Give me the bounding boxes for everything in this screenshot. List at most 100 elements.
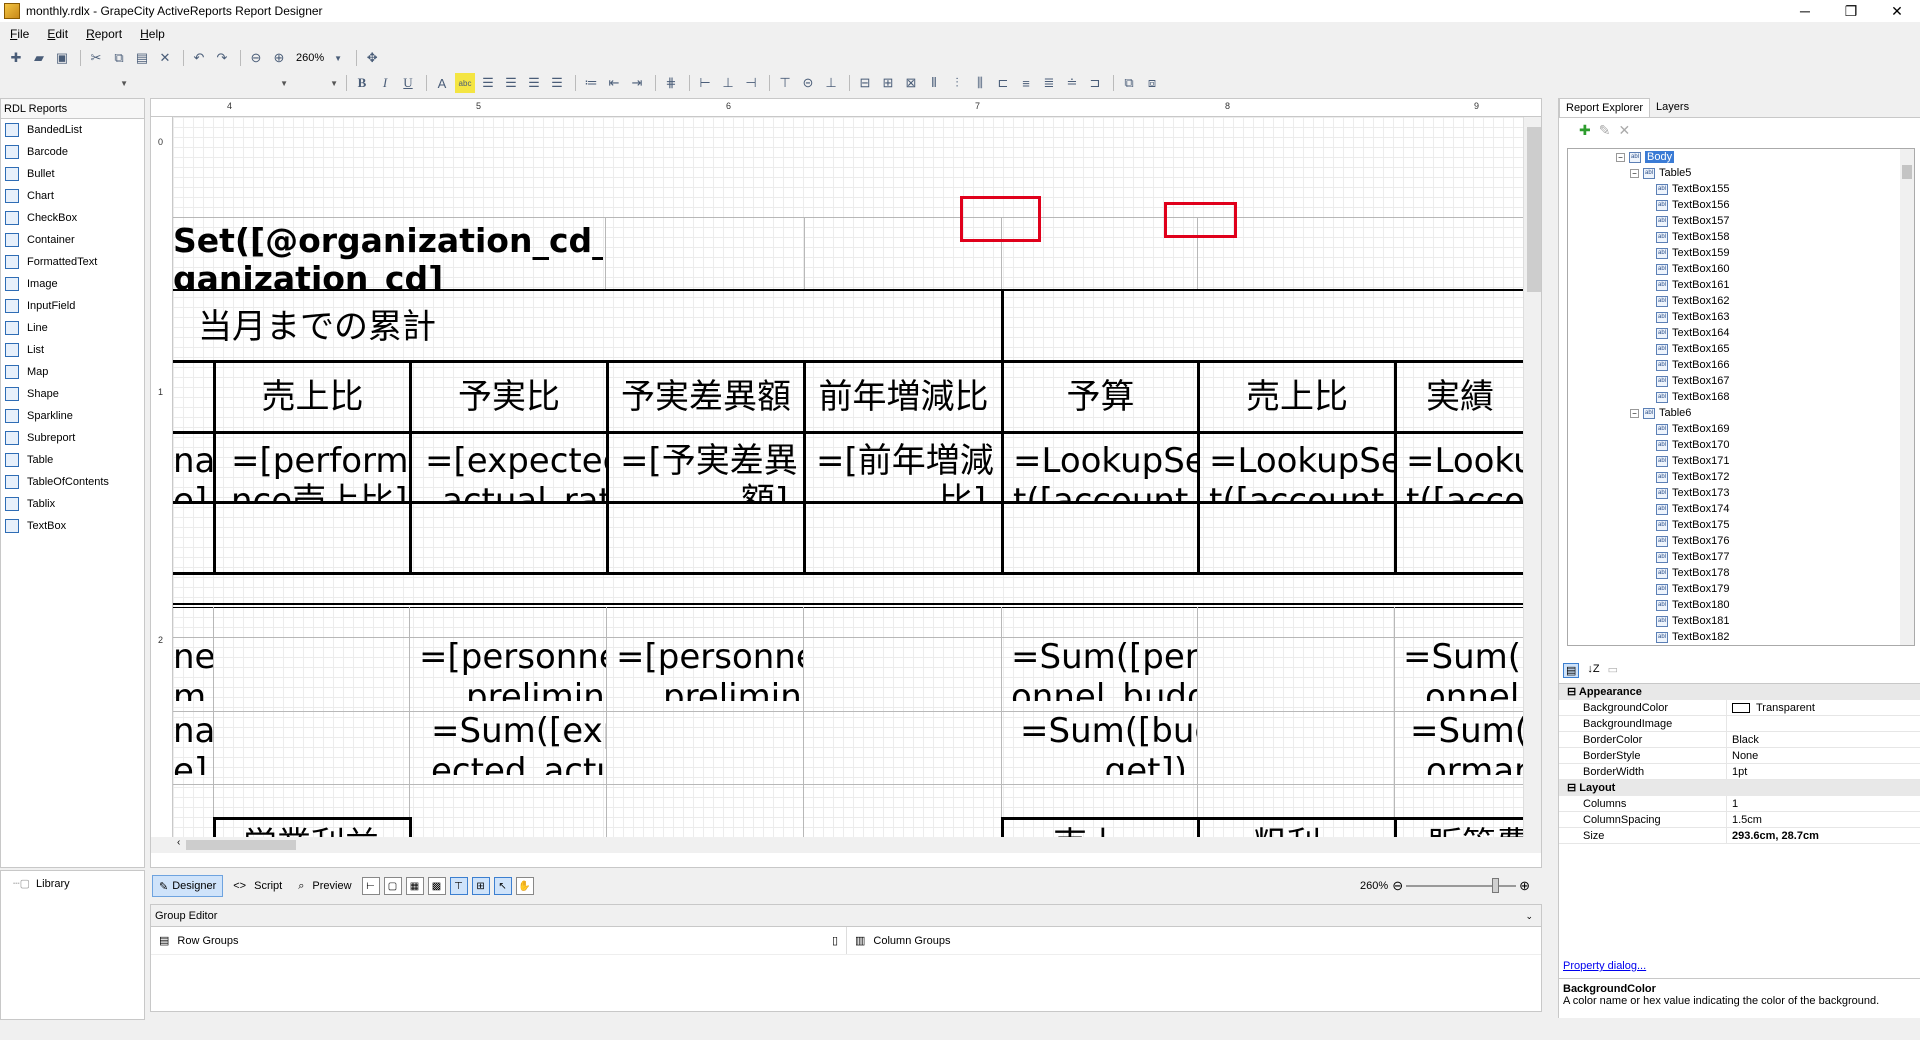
collapse-icon[interactable]: − xyxy=(1630,168,1639,178)
minimize-button[interactable]: ─ xyxy=(1782,0,1828,22)
bullets-icon[interactable]: ≔ xyxy=(581,73,601,93)
tree-item-textbox[interactable]: abl TextBox158 xyxy=(1568,229,1914,245)
zoom-in-icon[interactable]: ⊕ xyxy=(269,48,289,68)
align-right-icon[interactable]: ☰ xyxy=(524,73,544,93)
tree-item-textbox[interactable]: abl TextBox169 xyxy=(1568,421,1914,437)
indent-icon[interactable]: ⇥ xyxy=(627,73,647,93)
v-spacing-dec-icon[interactable]: ≐ xyxy=(1062,73,1082,93)
library-item[interactable]: ┄▢ Library xyxy=(1,871,144,891)
zoom-out-icon[interactable]: ⊖ xyxy=(246,48,266,68)
data-cell[interactable]: nelm xyxy=(173,637,213,701)
close-button[interactable]: ✕ xyxy=(1874,0,1920,22)
toolbox-item-image[interactable]: Image xyxy=(1,273,144,295)
toolbox-item-map[interactable]: Map xyxy=(1,361,144,383)
chevron-down-icon[interactable]: ⌄ xyxy=(1525,905,1533,927)
same-width-icon[interactable]: ⊟ xyxy=(855,73,875,93)
h-spacing-inc-icon[interactable]: ⫶ xyxy=(947,73,967,93)
italic-icon[interactable]: I xyxy=(375,73,395,93)
bold-icon[interactable]: B xyxy=(352,73,372,93)
menu-file[interactable]: File xyxy=(10,27,29,41)
toolbox-item-line[interactable]: Line xyxy=(1,317,144,339)
category-appearance[interactable]: ⊟ Appearance xyxy=(1559,684,1920,700)
toolbox-item-sparkline[interactable]: Sparkline xyxy=(1,405,144,427)
data-cell[interactable]: na e] xyxy=(173,711,213,775)
property-value[interactable]: Black xyxy=(1727,732,1920,747)
tree-item-body[interactable]: − abl Body xyxy=(1568,149,1914,165)
tree-item-textbox[interactable]: abl TextBox182 xyxy=(1568,629,1914,645)
view-grid-icon[interactable]: ▦ xyxy=(405,877,424,895)
menu-help[interactable]: Help xyxy=(140,27,165,41)
menu-report[interactable]: Report xyxy=(86,27,122,41)
property-value[interactable]: 1pt xyxy=(1727,764,1920,779)
data-cell[interactable]: =LookupSe t([account xyxy=(1013,441,1197,501)
data-cell[interactable]: 販管費 xyxy=(1428,823,1523,837)
alphabetical-icon[interactable]: ↓Z xyxy=(1587,663,1599,678)
tree-item-textbox[interactable]: abl TextBox178 xyxy=(1568,565,1914,581)
align-center-icon[interactable]: ☰ xyxy=(501,73,521,93)
collapse-icon[interactable]: − xyxy=(1630,408,1639,418)
toolbox-item-container[interactable]: Container xyxy=(1,229,144,251)
property-value[interactable]: 1 xyxy=(1727,796,1920,811)
property-dialog-link[interactable]: Property dialog... xyxy=(1563,960,1646,972)
scrollbar-thumb[interactable] xyxy=(1902,165,1912,179)
justify-icon[interactable]: ☰ xyxy=(547,73,567,93)
property-row[interactable]: Columns 1 xyxy=(1559,796,1920,812)
tree-item-textbox[interactable]: abl TextBox166 xyxy=(1568,357,1914,373)
font-color-icon[interactable]: A xyxy=(432,73,452,93)
align-middles-icon[interactable]: ⊝ xyxy=(798,73,818,93)
tree-item-textbox[interactable]: abl TextBox168 xyxy=(1568,389,1914,405)
tree-item-textbox[interactable]: abl TextBox157 xyxy=(1568,213,1914,229)
data-cell[interactable]: =Sum([pers onnel_budg xyxy=(1011,637,1197,701)
same-size-icon[interactable]: ⊠ xyxy=(901,73,921,93)
toolbox-item-formattedtext[interactable]: FormattedText xyxy=(1,251,144,273)
tree-item-textbox[interactable]: abl TextBox175 xyxy=(1568,517,1914,533)
new-icon[interactable]: ✚ xyxy=(6,48,26,68)
tree-item-textbox[interactable]: abl TextBox181 xyxy=(1568,613,1914,629)
tree-item-textbox[interactable]: abl TextBox163 xyxy=(1568,309,1914,325)
report-canvas[interactable]: Set([@organization_cd_lo ganization_cd] … xyxy=(173,117,1523,837)
zoom-out-icon[interactable]: ⊖ xyxy=(1392,878,1403,894)
property-value[interactable]: Transparent xyxy=(1727,700,1920,715)
zoom-select[interactable]: 260% xyxy=(292,49,328,67)
cut-icon[interactable]: ✂ xyxy=(86,48,106,68)
menu-edit[interactable]: Edit xyxy=(47,27,68,41)
property-row[interactable]: BackgroundImage xyxy=(1559,716,1920,732)
tree-item-textbox[interactable]: abl TextBox160 xyxy=(1568,261,1914,277)
section-title[interactable]: 当月までの累計 xyxy=(198,307,698,347)
v-spacing-equal-icon[interactable]: ≡ xyxy=(1016,73,1036,93)
tree-item-textbox[interactable]: abl TextBox162 xyxy=(1568,293,1914,309)
tree-item-textbox[interactable]: abl TextBox177 xyxy=(1568,549,1914,565)
chevron-down-icon[interactable]: ▼ xyxy=(328,48,348,68)
data-cell[interactable]: =Sum([exp ected_actu xyxy=(431,711,606,775)
categorized-icon[interactable]: ▤ xyxy=(1563,663,1580,678)
category-layout[interactable]: ⊟ Layout xyxy=(1559,780,1920,796)
tree-item-textbox[interactable]: abl TextBox179 xyxy=(1568,581,1914,597)
align-tops-icon[interactable]: ⊤ xyxy=(775,73,795,93)
data-cell[interactable]: =[expected _actual_rati xyxy=(425,441,606,501)
tree-item-textbox[interactable]: abl TextBox174 xyxy=(1568,501,1914,517)
column-header[interactable]: 予実比 xyxy=(412,377,606,417)
toolbox-item-list[interactable]: List xyxy=(1,339,144,361)
v-spacing-remove-icon[interactable]: ⊐ xyxy=(1085,73,1105,93)
property-pages-icon[interactable]: ▭ xyxy=(1608,663,1618,678)
hand-icon[interactable]: ✋ xyxy=(515,877,534,895)
h-spacing-dec-icon[interactable]: ⫼ xyxy=(970,73,990,93)
tree-item-textbox[interactable]: abl TextBox167 xyxy=(1568,373,1914,389)
column-header[interactable]: 予算 xyxy=(1004,377,1197,417)
data-cell[interactable]: =[personnel_preliminar xyxy=(419,637,606,701)
same-height-icon[interactable]: ⊞ xyxy=(878,73,898,93)
tree-item-textbox[interactable]: abl TextBox176 xyxy=(1568,533,1914,549)
zoom-slider-thumb[interactable] xyxy=(1492,878,1500,893)
toolbox-item-inputfield[interactable]: InputField xyxy=(1,295,144,317)
snap-grid-icon[interactable]: ⊞ xyxy=(471,877,490,895)
scrollbar-thumb[interactable] xyxy=(1527,127,1541,292)
delete-icon[interactable]: ✕ xyxy=(155,48,175,68)
data-cell[interactable]: =[performance売上比] xyxy=(231,441,409,501)
align-bottoms-icon[interactable]: ⊥ xyxy=(821,73,841,93)
data-cell[interactable]: 売上 xyxy=(1053,823,1193,837)
column-header[interactable]: 売上比 xyxy=(1200,377,1394,417)
property-row[interactable]: BackgroundColor Transparent xyxy=(1559,700,1920,716)
zoom-slider[interactable] xyxy=(1406,878,1517,893)
pointer-icon[interactable]: ↖ xyxy=(493,877,512,895)
data-cell[interactable]: 営業利益 xyxy=(243,823,403,837)
